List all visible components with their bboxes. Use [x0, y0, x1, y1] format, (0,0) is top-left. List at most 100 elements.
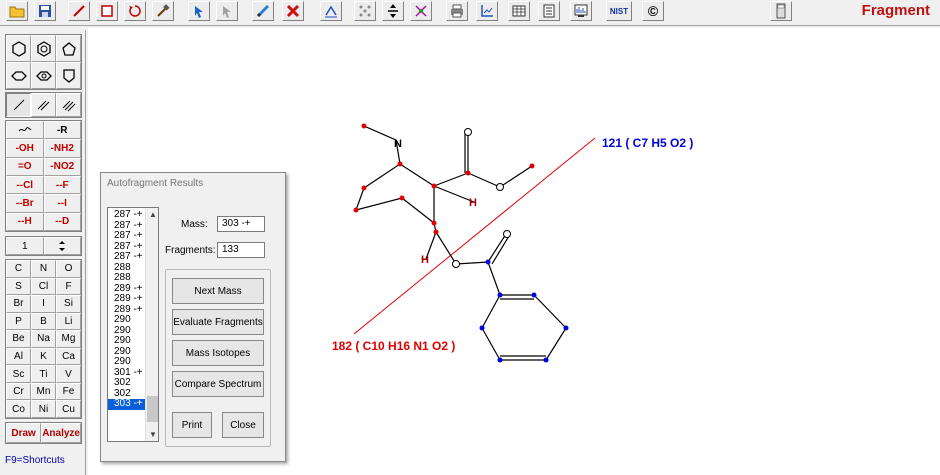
cleave-bond-icon[interactable]	[410, 1, 432, 21]
mass-list-scrollbar[interactable]: ▲ ▼	[145, 208, 158, 441]
mass-field[interactable]: 303 -+	[217, 216, 265, 232]
close-button[interactable]: Close	[222, 412, 264, 438]
open-folder-icon[interactable]	[6, 1, 28, 21]
chart-axes-icon[interactable]	[476, 1, 498, 21]
single-bond-icon[interactable]	[6, 93, 31, 117]
group-nh2-button[interactable]: -NH2	[43, 139, 81, 158]
element-p-button[interactable]: P	[6, 312, 31, 331]
copyright-icon[interactable]: ©	[642, 1, 664, 21]
element-br-button[interactable]: Br	[6, 295, 31, 313]
element-cr-button[interactable]: Cr	[6, 382, 31, 401]
evaluate-fragments-button[interactable]: Evaluate Fragments	[172, 309, 264, 335]
nist-icon[interactable]: NIST	[606, 1, 632, 21]
cyclohexane-chair-icon[interactable]	[6, 62, 31, 89]
scroll-thumb[interactable]	[147, 396, 158, 422]
save-icon[interactable]	[34, 1, 56, 21]
draw-bond-icon[interactable]	[68, 1, 90, 21]
group-oh-button[interactable]: -OH	[6, 139, 44, 158]
element-cl-button[interactable]: Cl	[31, 277, 56, 296]
scroll-down-icon[interactable]: ▼	[149, 430, 157, 439]
erase-icon[interactable]	[96, 1, 118, 21]
pencil-icon[interactable]	[252, 1, 274, 21]
chain-bond-icon[interactable]	[6, 121, 44, 140]
element-al-button[interactable]: Al	[6, 347, 31, 366]
table-icon[interactable]	[508, 1, 530, 21]
toolbar: NIST © Fragment	[0, 0, 940, 26]
group-h-button[interactable]: --H	[6, 212, 44, 231]
element-co-button[interactable]: Co	[6, 400, 31, 418]
double-bond-icon[interactable]	[31, 93, 56, 117]
group-o-button[interactable]: =O	[6, 157, 44, 176]
center-structure-icon[interactable]	[320, 1, 342, 21]
redo-arrow-icon[interactable]	[216, 1, 238, 21]
group-d-button[interactable]: --D	[43, 212, 81, 231]
element-v-button[interactable]: V	[56, 365, 81, 383]
mass-list-item[interactable]: 290	[108, 356, 146, 368]
fragments-field[interactable]: 133	[217, 242, 265, 258]
element-si-button[interactable]: Si	[56, 295, 81, 313]
group-cl-button[interactable]: --Cl	[6, 176, 44, 195]
element-ca-button[interactable]: Ca	[56, 347, 81, 366]
mass-list-item[interactable]: 287 -+	[108, 209, 146, 221]
printer-icon[interactable]	[446, 1, 468, 21]
pentagon-ring-icon[interactable]	[56, 35, 81, 62]
element-k-button[interactable]: K	[31, 347, 56, 366]
element-li-button[interactable]: Li	[56, 312, 81, 331]
group-br-button[interactable]: --Br	[6, 194, 44, 213]
analyze-mode-button[interactable]: Analyze	[41, 423, 81, 443]
element-s-button[interactable]: S	[6, 277, 31, 296]
shield-ring-icon[interactable]	[56, 62, 81, 89]
hexagon-ring-icon[interactable]	[6, 35, 31, 62]
calculator-icon[interactable]	[770, 1, 792, 21]
draw-mode-button[interactable]: Draw	[6, 423, 42, 443]
mass-list-item[interactable]: 288	[108, 272, 146, 284]
mass-isotopes-button[interactable]: Mass Isotopes	[172, 340, 264, 366]
benzene-ring-icon[interactable]	[31, 35, 56, 62]
element-na-button[interactable]: Na	[31, 330, 56, 348]
group-i-button[interactable]: --I	[43, 194, 81, 213]
element-n-button[interactable]: N	[31, 260, 56, 278]
triple-bond-icon[interactable]	[56, 93, 81, 117]
mass-list[interactable]: 287 -+ 287 -+ 287 -+ 287 -+ 287 -+ 288 288 289 …	[107, 207, 159, 442]
mass-list-item[interactable]: 302	[108, 377, 146, 389]
element-mg-button[interactable]: Mg	[56, 330, 81, 348]
element-sc-button[interactable]: Sc	[6, 365, 31, 383]
element-mn-button[interactable]: Mn	[31, 382, 56, 401]
element-fe-button[interactable]: Fe	[56, 382, 81, 401]
element-o-button[interactable]: O	[56, 260, 81, 278]
group-r-button[interactable]: -R	[43, 121, 81, 140]
mass-list-item[interactable]: 287 -+	[108, 230, 146, 242]
print-button[interactable]: Print	[172, 412, 212, 438]
scroll-up-icon[interactable]: ▲	[149, 210, 157, 219]
undo-arrow-icon[interactable]	[188, 1, 210, 21]
element-f-button[interactable]: F	[56, 277, 81, 296]
spectrum-icon[interactable]	[570, 1, 592, 21]
move-fragment-icon[interactable]	[382, 1, 404, 21]
mass-list-item[interactable]: 289 -+	[108, 293, 146, 305]
oxygen-atoms-left	[464, 128, 504, 191]
next-mass-button[interactable]: Next Mass	[172, 278, 264, 304]
element-c-button[interactable]: C	[6, 260, 31, 278]
element-i-button[interactable]: I	[31, 295, 56, 313]
delete-x-icon[interactable]	[282, 1, 304, 21]
ring-templates	[5, 34, 82, 90]
mass-list-item[interactable]: 290	[108, 314, 146, 326]
element-cu-button[interactable]: Cu	[56, 400, 81, 418]
mass-list-item[interactable]: 287 -+	[108, 251, 146, 263]
element-ni-button[interactable]: Ni	[31, 400, 56, 418]
group-no2-button[interactable]: -NO2	[43, 157, 81, 176]
count-value[interactable]: 1	[6, 237, 44, 255]
compare-spectrum-button[interactable]: Compare Spectrum	[172, 371, 264, 397]
tools-icon[interactable]	[152, 1, 174, 21]
rotate-icon[interactable]	[124, 1, 146, 21]
group-f-button[interactable]: --F	[43, 176, 81, 195]
spin-arrows-icon[interactable]	[43, 237, 81, 255]
element-ti-button[interactable]: Ti	[31, 365, 56, 383]
aromatic-ring-icon[interactable]	[31, 62, 56, 89]
select-atoms-icon[interactable]	[354, 1, 376, 21]
element-be-button[interactable]: Be	[6, 330, 31, 348]
mass-list-item[interactable]: 290	[108, 335, 146, 347]
list-icon[interactable]	[538, 1, 560, 21]
element-b-button[interactable]: B	[31, 312, 56, 331]
mass-list-item[interactable]: 303 -+	[108, 398, 146, 410]
